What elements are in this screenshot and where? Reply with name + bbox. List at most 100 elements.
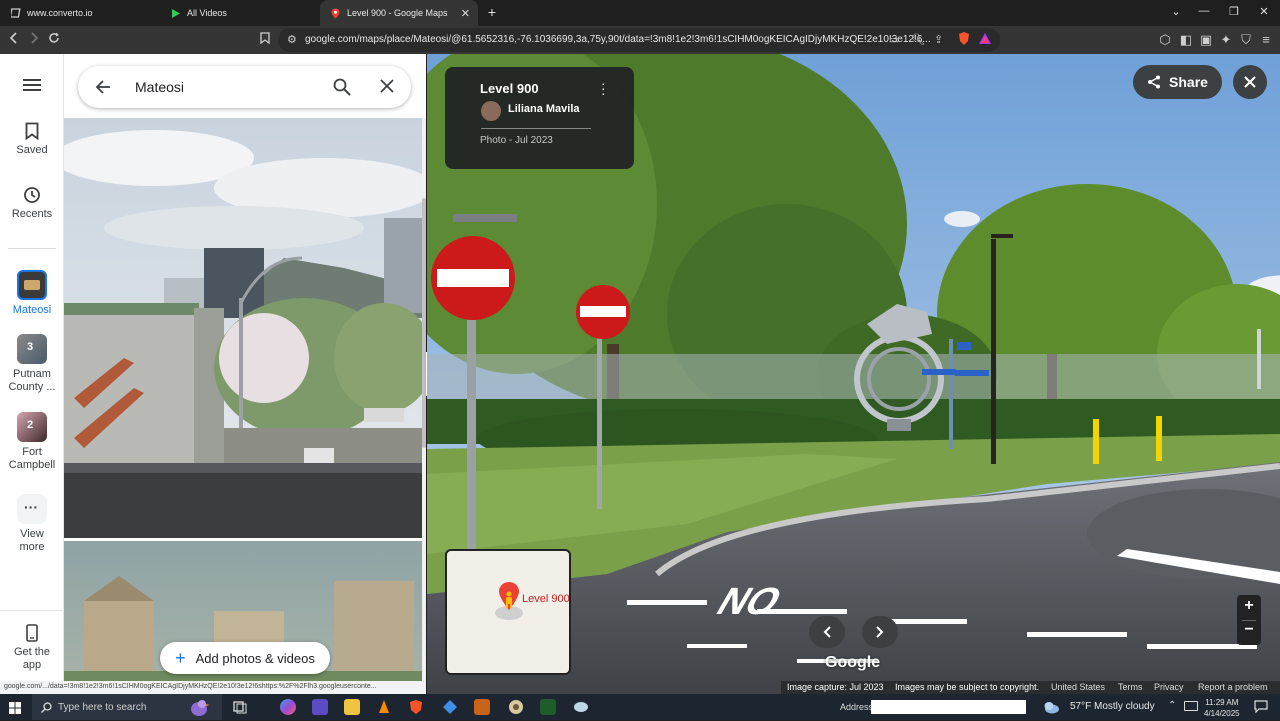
plus-icon: +: [175, 647, 186, 668]
recent-place-putnam[interactable]: 3 Putnam County ...: [0, 334, 64, 394]
clock-time: 11:29 AM: [1205, 698, 1239, 707]
close-viewer-button[interactable]: [1233, 65, 1267, 99]
main-menu-button[interactable]: [0, 78, 64, 96]
weather-text[interactable]: 57°F Mostly cloudy: [1070, 701, 1155, 712]
site-info-icon[interactable]: ⚙: [287, 33, 297, 46]
tab-converto[interactable]: www.converto.io: [0, 0, 160, 26]
get-the-app-button[interactable]: Get the app: [0, 624, 64, 672]
mini-map[interactable]: Level 900: [445, 549, 571, 675]
recent-place-fort-campbell[interactable]: 2 Fort Campbell: [0, 412, 64, 472]
add-photos-button[interactable]: + Add photos & videos: [160, 642, 330, 674]
saved-button[interactable]: Saved: [0, 122, 64, 156]
bookmark-icon: [25, 122, 39, 140]
app-icon[interactable]: [508, 699, 524, 715]
next-photo-button[interactable]: [862, 616, 898, 648]
tab-google-maps[interactable]: Level 900 - Google Maps ✕: [320, 0, 478, 26]
task-view-icon[interactable]: [232, 699, 248, 715]
bookmark-page-icon[interactable]: [257, 32, 273, 47]
app-icon[interactable]: [442, 699, 458, 715]
app-icon[interactable]: [312, 699, 328, 715]
history-icon: [24, 187, 40, 203]
tab-all-videos[interactable]: All Videos: [160, 0, 320, 26]
vpn-icon[interactable]: ⛉: [1238, 32, 1254, 48]
share-label: Share: [1169, 74, 1208, 90]
extensions-icon[interactable]: ⬡: [1157, 32, 1173, 48]
place-title[interactable]: Level 900: [480, 81, 539, 96]
search-icon[interactable]: [333, 78, 351, 101]
windows-start-icon[interactable]: [9, 701, 21, 719]
brave-shield-icon[interactable]: [958, 32, 970, 49]
photo-viewer[interactable]: NO Level 900 Liliana Mavila Photo - Jul …: [427, 54, 1280, 694]
clear-search-icon[interactable]: [380, 79, 394, 98]
author-name[interactable]: Liliana Mavila: [508, 103, 580, 115]
more-options-icon[interactable]: · · ·: [601, 76, 606, 100]
stack-count-badge: 3: [27, 341, 34, 353]
address-toolbar-input[interactable]: [871, 700, 1026, 714]
taskbar-search-box[interactable]: Type here to search: [32, 694, 222, 720]
zoom-icon[interactable]: 🔍︎: [911, 33, 925, 46]
app-icon[interactable]: [573, 699, 589, 715]
wallet-icon[interactable]: ▣: [1198, 32, 1214, 48]
scrollbar-thumb[interactable]: [422, 198, 426, 448]
search-box[interactable]: Mateosi: [78, 66, 411, 108]
view-more-label: View more: [19, 528, 45, 553]
share-button[interactable]: Share: [1133, 65, 1222, 99]
recent-place-mateosi[interactable]: Mateosi: [0, 270, 64, 316]
file-explorer-icon[interactable]: [344, 699, 360, 715]
show-hidden-icons[interactable]: ⌃: [1168, 700, 1176, 711]
country-link[interactable]: United States: [1051, 682, 1105, 692]
brave-browser-icon[interactable]: [408, 699, 424, 715]
url-bar[interactable]: ⚙ google.com/maps/place/Mateosi/@61.5652…: [278, 28, 1000, 52]
tab-title: All Videos: [187, 8, 227, 18]
privacy-link[interactable]: Privacy: [1154, 682, 1184, 692]
close-tab-icon[interactable]: ✕: [461, 7, 470, 20]
browser-tab-bar: www.converto.io All Videos Level 900 - G…: [0, 0, 1280, 26]
back-arrow-icon[interactable]: [95, 79, 111, 100]
previous-photo-button[interactable]: [809, 616, 845, 648]
notification-icon[interactable]: [1254, 700, 1268, 718]
image-capture-text: Image capture: Jul 2023: [787, 682, 884, 692]
system-clock[interactable]: 11:29 AM 4/14/2025: [1204, 697, 1240, 719]
vlc-icon[interactable]: [376, 699, 392, 715]
pegman-icon: [506, 591, 512, 608]
map-footer: Image capture: Jul 2023 Images may be su…: [781, 681, 1280, 694]
cast-icon[interactable]: ▭: [889, 33, 899, 46]
play-icon: [170, 8, 181, 19]
avatar[interactable]: [481, 101, 501, 121]
view-more-button[interactable]: ··· View more: [0, 494, 64, 554]
report-problem-link[interactable]: Report a problem: [1198, 682, 1268, 692]
panel-scrollbar[interactable]: [422, 118, 426, 694]
minimize-button[interactable]: —: [1194, 5, 1214, 17]
share-page-icon[interactable]: ⇪: [934, 33, 943, 46]
app-icon[interactable]: [474, 699, 490, 715]
leo-ai-icon[interactable]: ✦: [1218, 32, 1234, 48]
back-button[interactable]: [6, 32, 22, 47]
stack-count-badge: 2: [27, 419, 34, 431]
keyboard-icon[interactable]: [1184, 701, 1198, 711]
forward-button[interactable]: [26, 32, 42, 47]
zoom-out-button[interactable]: −: [1237, 621, 1261, 639]
restore-button[interactable]: ❐: [1224, 5, 1244, 18]
url-text: google.com/maps/place/Mateosi/@61.565231…: [305, 34, 931, 45]
recents-label: Recents: [11, 208, 53, 220]
chevron-right-icon: [876, 626, 884, 638]
search-input[interactable]: Mateosi: [135, 79, 184, 95]
sidebar-toggle-icon[interactable]: ◧: [1178, 32, 1194, 48]
place-thumbnail: [17, 270, 47, 300]
maps-pin-icon: [330, 8, 341, 19]
recents-button[interactable]: Recents: [0, 186, 64, 220]
copilot-icon[interactable]: [280, 699, 296, 715]
new-tab-button[interactable]: +: [482, 4, 502, 20]
address-toolbar-label: Address: [840, 702, 874, 712]
status-bar-url: google.com/.../data=!3m8!1e2!3m6!1sCIHM0…: [0, 681, 425, 694]
menu-icon[interactable]: ≡: [1258, 32, 1274, 47]
terms-link[interactable]: Terms: [1118, 682, 1143, 692]
close-window-button[interactable]: ✕: [1254, 5, 1274, 18]
zoom-in-button[interactable]: +: [1237, 597, 1261, 615]
nvidia-icon[interactable]: [540, 699, 556, 715]
brave-rewards-icon[interactable]: [979, 33, 991, 48]
reload-icon[interactable]: [46, 32, 62, 47]
get-app-label: Get the app: [13, 646, 51, 671]
tab-search-chevron-icon[interactable]: ⌄: [1166, 5, 1186, 18]
place-photo[interactable]: [64, 118, 422, 538]
